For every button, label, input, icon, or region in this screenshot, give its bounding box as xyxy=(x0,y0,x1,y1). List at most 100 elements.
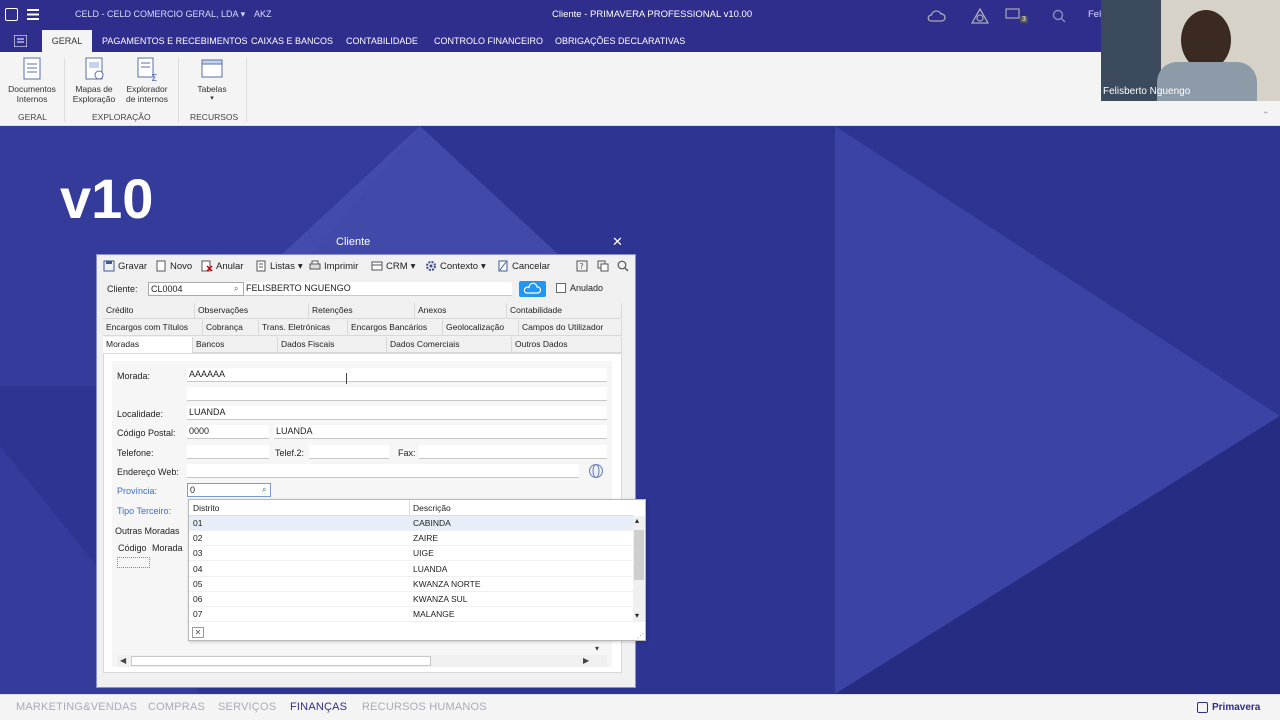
dropdown-row[interactable]: 04 LUANDA xyxy=(189,562,633,577)
col-distrito-header[interactable]: Distrito xyxy=(193,503,219,513)
close-icon[interactable]: ✕ xyxy=(612,234,623,250)
provincia-label[interactable]: Província: xyxy=(117,486,157,496)
tab-bancos[interactable]: Bancos xyxy=(193,337,278,353)
dropdown-row[interactable]: 02 ZAIRE xyxy=(189,531,633,547)
menu-file-icon[interactable] xyxy=(14,35,27,47)
ribbon-tab-geral[interactable]: GERAL xyxy=(42,30,92,52)
ribbon-tab-obrigacoes[interactable]: OBRIGAÇÕES DECLARATIVAS xyxy=(555,30,685,52)
tipo-terceiro-label[interactable]: Tipo Terceiro: xyxy=(117,506,171,516)
dropdown-row[interactable]: 07 MALANGE xyxy=(189,607,633,622)
dropdown-row[interactable]: 03 UIGE xyxy=(189,546,633,562)
tab-outros-dados[interactable]: Outros Dados xyxy=(512,337,622,353)
tab-dados-fiscais[interactable]: Dados Fiscais xyxy=(278,337,387,353)
morada-input[interactable]: AAAAAA xyxy=(187,368,607,382)
module-marketing-vendas[interactable]: MARKETING&VENDAS xyxy=(16,701,137,713)
provincia-input[interactable]: 0 xyxy=(187,483,271,497)
telef2-input[interactable] xyxy=(309,445,389,459)
dropdown-scroll-thumb[interactable] xyxy=(634,530,644,580)
tab-cobranca[interactable]: Cobrança xyxy=(203,320,259,336)
tab-anexos[interactable]: Anexos xyxy=(415,303,507,319)
listas-button[interactable]: Listas ▾ xyxy=(255,260,303,272)
fax-input[interactable] xyxy=(419,445,607,459)
scroll-up-icon[interactable]: ▴ xyxy=(635,516,639,525)
codigo-postal-input[interactable]: 0000 xyxy=(187,425,269,439)
scroll-down-icon[interactable]: ▾ xyxy=(595,644,599,653)
tab-trans-eletronicas[interactable]: Trans. Eletrónicas xyxy=(259,320,348,336)
ribbon-tab-pagamentos[interactable]: PAGAMENTOS E RECEBIMENTOS xyxy=(102,30,248,52)
tab-credito[interactable]: Crédito xyxy=(103,303,195,319)
scroll-right-icon[interactable]: ▶ xyxy=(583,656,589,665)
anulado-checkbox[interactable] xyxy=(556,283,566,293)
cancelar-button[interactable]: Cancelar xyxy=(497,260,550,272)
search-icon[interactable] xyxy=(1052,9,1066,23)
scrollbar-thumb[interactable] xyxy=(131,656,431,666)
novo-button[interactable]: Novo xyxy=(155,260,192,272)
tab-contabilidade[interactable]: Contabilidade xyxy=(507,303,622,319)
tab-observacoes[interactable]: Observações xyxy=(195,303,309,319)
col-descricao-header[interactable]: Descrição xyxy=(413,503,451,513)
crm-label: CRM xyxy=(386,260,408,272)
endereco-web-input[interactable] xyxy=(187,464,579,478)
tab-moradas[interactable]: Moradas xyxy=(103,337,193,353)
module-recursos-humanos[interactable]: RECURSOS HUMANOS xyxy=(362,701,487,713)
cloud-search-button[interactable] xyxy=(519,281,546,297)
resize-grip-icon[interactable]: ⋰ xyxy=(637,632,644,640)
module-financas[interactable]: FINANÇAS xyxy=(290,701,347,713)
tab-campos-utilizador[interactable]: Campos do Utilizador xyxy=(519,320,622,336)
col-morada-header[interactable]: Morada xyxy=(152,543,183,553)
company-selector[interactable]: CELD - CELD COMERCIO GERAL, LDA ▾ xyxy=(75,9,245,20)
cliente-code-input[interactable]: CL0004 xyxy=(148,282,244,296)
network-icon[interactable] xyxy=(971,8,989,24)
tab-encargos-titulos[interactable]: Encargos com Títulos xyxy=(103,320,203,336)
telefone-input[interactable] xyxy=(187,445,269,459)
hamburger-menu-icon[interactable] xyxy=(27,9,39,20)
globe-icon[interactable] xyxy=(588,463,604,479)
module-servicos[interactable]: SERVIÇOS xyxy=(218,701,276,713)
collapse-ribbon-icon[interactable]: ⌃ xyxy=(1262,110,1270,121)
cliente-name-input[interactable]: FELISBERTO NGUENGO xyxy=(244,282,512,296)
button-label-line1: Explorador xyxy=(126,84,168,94)
tabelas-button[interactable]: Tabelas ▾ xyxy=(186,56,238,104)
cloud-icon[interactable] xyxy=(926,9,946,22)
module-compras[interactable]: COMPRAS xyxy=(148,701,205,713)
morada2-input[interactable] xyxy=(187,387,607,401)
lookup-icon[interactable]: ⌕ xyxy=(234,284,238,294)
tab-geolocalizacao[interactable]: Geolocalização xyxy=(443,320,519,336)
ribbon-tab-controlo[interactable]: CONTROLO FINANCEIRO xyxy=(434,30,543,52)
chevron-down-icon: ▾ xyxy=(410,260,416,272)
tab-encargos-bancarios[interactable]: Encargos Bancários xyxy=(348,320,443,336)
explorador-internos-button[interactable]: Σ Explorador de internos xyxy=(122,56,172,104)
ribbon-tab-caixas[interactable]: CAIXAS E BANCOS xyxy=(251,30,333,52)
ribbon-tab-contabilidade[interactable]: CONTABILIDADE xyxy=(346,30,418,52)
scroll-left-icon[interactable]: ◀ xyxy=(120,656,126,665)
mapas-exploracao-button[interactable]: Mapas de Exploração xyxy=(68,56,120,104)
windows-icon[interactable] xyxy=(597,260,609,272)
close-icon[interactable]: ✕ xyxy=(192,627,204,638)
gravar-button[interactable]: Gravar xyxy=(103,260,147,272)
localidade-input[interactable]: LUANDA xyxy=(187,406,607,420)
messages-count-badge: 3 xyxy=(1020,16,1028,23)
imprimir-button[interactable]: Imprimir xyxy=(309,260,358,272)
help-icon[interactable]: ? xyxy=(576,260,588,272)
crm-button[interactable]: CRM ▾ xyxy=(371,260,415,272)
horizontal-scrollbar[interactable]: ◀ ▶ xyxy=(117,655,607,667)
tab-dados-comerciais[interactable]: Dados Comerciais xyxy=(387,337,512,353)
dropdown-row[interactable]: 01 CABINDA xyxy=(189,516,633,531)
lookup-icon[interactable]: ⌕ xyxy=(262,485,266,495)
search-icon[interactable] xyxy=(617,260,629,272)
messages-icon[interactable] xyxy=(1005,8,1021,21)
list-icon xyxy=(256,260,266,272)
scroll-down-icon[interactable]: ▾ xyxy=(635,611,639,620)
chevron-down-icon: ▾ xyxy=(240,9,246,19)
col-codigo-header[interactable]: Código xyxy=(118,543,147,553)
tab-retencoes[interactable]: Retenções xyxy=(309,303,415,319)
dropdown-row[interactable]: 06 KWANZA SUL xyxy=(189,592,633,607)
dropdown-row[interactable]: 05 KWANZA NORTE xyxy=(189,577,633,592)
documentos-internos-button[interactable]: Documentos Internos xyxy=(4,56,60,104)
grid-new-row-cell[interactable] xyxy=(117,557,150,568)
dropdown-scrollbar[interactable]: ▴ ▾ xyxy=(633,516,645,622)
anular-button[interactable]: Anular xyxy=(201,260,243,272)
codigo-postal-localidade-input[interactable]: LUANDA xyxy=(274,425,607,439)
contexto-button[interactable]: Contexto ▾ xyxy=(425,260,486,272)
app-logo-icon xyxy=(5,8,18,21)
